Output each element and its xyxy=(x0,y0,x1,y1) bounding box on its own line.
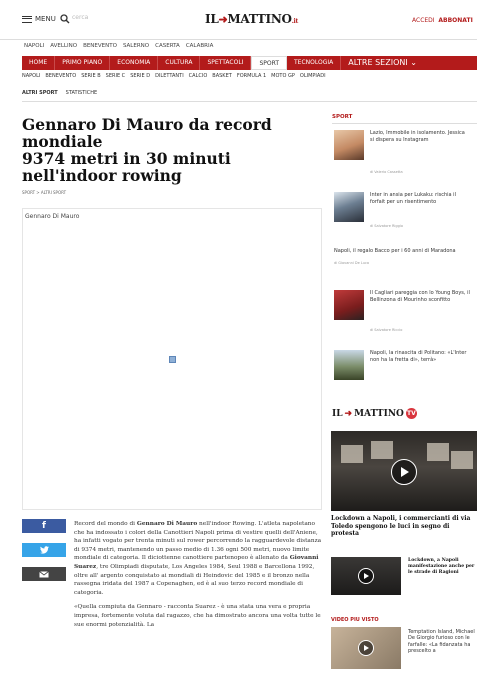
chevron-down-icon: ⌄ xyxy=(410,58,417,67)
menu-button[interactable]: MENU xyxy=(22,15,56,23)
video-title[interactable]: Lockdown a Napoli, i commercianti di via… xyxy=(331,515,477,538)
subnav-link[interactable]: SERIE C xyxy=(106,73,126,79)
city-link[interactable]: CASERTA xyxy=(155,43,180,49)
mattino-tv-logo[interactable]: IL ➜ MATTINO TV xyxy=(332,408,417,419)
subnav-link[interactable]: OLIMPIADI xyxy=(300,73,326,79)
share-email-button[interactable] xyxy=(22,567,66,581)
article-thumbnail[interactable] xyxy=(334,130,364,160)
sidebar-article[interactable]: Napoli, il regalo Bacco per i 60 anni di… xyxy=(334,248,474,265)
subnav-link[interactable]: CALCIO xyxy=(189,73,208,79)
nav-cultura[interactable]: CULTURA xyxy=(158,56,201,70)
facebook-icon: f xyxy=(42,521,46,531)
subnav-link[interactable]: FORMULA 1 xyxy=(237,73,266,79)
nav-economia[interactable]: ECONOMIA xyxy=(110,56,159,70)
sidebar-sport: SPORT Lazio, Immobile in isolamento. Jes… xyxy=(332,114,477,380)
article-kicker[interactable]: SPORT > ALTRI SPORT xyxy=(22,190,66,195)
sport-sub-nav-2: ALTRI SPORT STATISTICHE xyxy=(22,90,477,102)
subnav-link[interactable]: BENEVENTO xyxy=(45,73,76,79)
main-nav: HOME PRIMO PIANO ECONOMIA CULTURA SPETTA… xyxy=(22,56,477,70)
login-area: ACCEDI ABBONATI xyxy=(412,17,473,24)
most-viewed-label: VIDEO PIU VISTO xyxy=(331,617,379,623)
subnav-link[interactable]: DILETTANTI xyxy=(155,73,184,79)
share-facebook-button[interactable]: f xyxy=(22,519,66,533)
play-icon[interactable] xyxy=(358,568,374,584)
play-icon[interactable] xyxy=(358,640,374,656)
tv-badge: TV xyxy=(405,408,417,419)
article-paragraph: «Quella compiuta da Gennaro - racconta S… xyxy=(74,604,321,628)
envelope-icon xyxy=(39,570,49,577)
logo-arrow-icon: ➜ xyxy=(344,408,353,419)
city-link[interactable]: SALERNO xyxy=(123,43,149,49)
city-nav: NAPOLI AVELLINO BENEVENTO SALERNO CASERT… xyxy=(24,43,213,49)
city-link[interactable]: AVELLINO xyxy=(50,43,77,49)
nav-tecnologia[interactable]: TECNOLOGIA xyxy=(287,56,342,70)
nav-sport[interactable]: SPORT xyxy=(251,56,287,70)
article-thumbnail[interactable] xyxy=(334,350,364,380)
twitter-icon xyxy=(39,546,49,554)
play-icon[interactable] xyxy=(391,459,417,485)
subnav-link[interactable]: NAPOLI xyxy=(22,73,40,79)
article-thumbnail[interactable] xyxy=(334,290,364,320)
article-headline: Gennaro Di Mauro da record mondiale 9374… xyxy=(22,115,272,185)
subnav-statistiche[interactable]: STATISTICHE xyxy=(66,90,98,101)
city-link[interactable]: NAPOLI xyxy=(24,43,44,49)
sport-sub-nav: NAPOLI BENEVENTO SERIE B SERIE C SERIE D… xyxy=(22,73,477,79)
video-player[interactable] xyxy=(331,431,477,511)
sidebar-article[interactable]: Napoli, la rinascita di Politano: «L'Int… xyxy=(332,350,477,394)
nav-primo-piano[interactable]: PRIMO PIANO xyxy=(55,56,111,70)
nav-spettacoli[interactable]: SPETTACOLI xyxy=(200,56,252,70)
subnav-link[interactable]: SERIE D xyxy=(130,73,150,79)
sidebar-article[interactable]: Lazio, Immobile in isolamento. Jessica s… xyxy=(332,130,477,186)
video-title[interactable]: Lockdown, a Napoli manifestazione anche … xyxy=(408,558,476,576)
video-title[interactable]: Temptation Island, Michael De Giorgio fu… xyxy=(408,629,476,654)
search-icon[interactable] xyxy=(60,14,70,24)
article-body: Record del mondo di Gennaro Di Mauro nel… xyxy=(74,520,324,635)
article-paragraph: Record del mondo di Gennaro Di Mauro nel… xyxy=(74,521,322,596)
city-link[interactable]: CALABRIA xyxy=(186,43,214,49)
share-twitter-button[interactable] xyxy=(22,543,66,557)
hamburger-icon xyxy=(22,15,32,23)
article-thumbnail[interactable] xyxy=(334,192,364,222)
city-link[interactable]: BENEVENTO xyxy=(83,43,117,49)
video-thumbnail[interactable] xyxy=(331,627,401,669)
sidebar-article[interactable]: Inter in ansia per Lukaku: rischia il fo… xyxy=(332,192,477,244)
sidebar-article[interactable]: Il Cagliari pareggia con lo Young Boys, … xyxy=(332,290,477,342)
broken-image-icon xyxy=(169,356,176,363)
menu-label: MENU xyxy=(35,15,56,23)
top-bar: MENU cerca IL➜MATTINO.it ACCEDI ABBONATI xyxy=(0,0,477,40)
subscribe-link[interactable]: ABBONATI xyxy=(438,17,472,24)
site-logo[interactable]: IL➜MATTINO.it xyxy=(205,12,298,26)
subnav-link[interactable]: MOTO GP xyxy=(271,73,295,79)
nav-altre-sezioni[interactable]: ALTRE SEZIONI ⌄ xyxy=(341,56,424,70)
subnav-link[interactable]: SERIE B xyxy=(81,73,100,79)
article-media[interactable]: Gennaro Di Mauro xyxy=(22,208,322,510)
subnav-altri-sport[interactable]: ALTRI SPORT xyxy=(22,90,58,101)
sidebar-section-title[interactable]: SPORT xyxy=(332,114,477,124)
nav-home[interactable]: HOME xyxy=(22,56,56,70)
search-input[interactable]: cerca xyxy=(72,14,102,24)
media-caption: Gennaro Di Mauro xyxy=(25,213,80,220)
subnav-link[interactable]: BASKET xyxy=(212,73,232,79)
login-link[interactable]: ACCEDI xyxy=(412,17,435,24)
video-thumbnail[interactable] xyxy=(331,557,401,595)
